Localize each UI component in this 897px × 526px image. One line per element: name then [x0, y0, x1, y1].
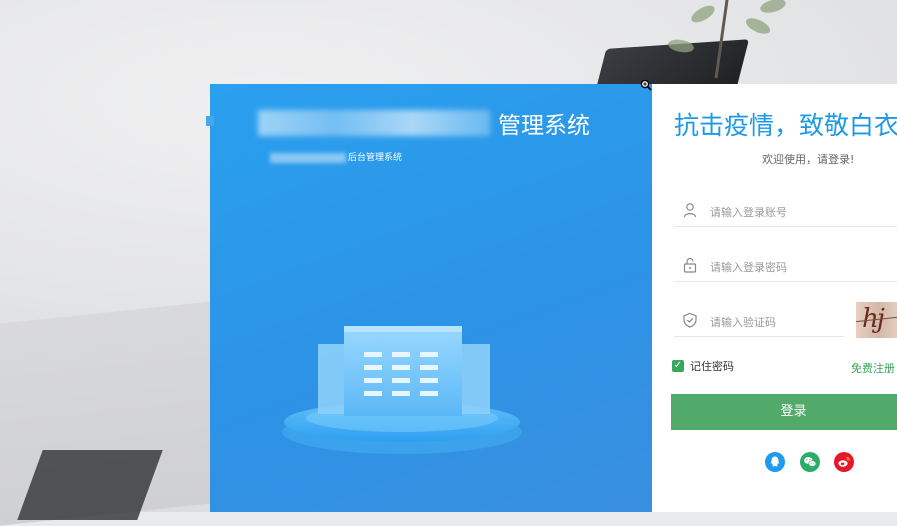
slogan-heading: 抗击疫情，致敬白衣	[674, 111, 897, 140]
captcha-field[interactable]	[674, 306, 844, 337]
captcha-image[interactable]: hj	[856, 302, 897, 338]
captcha-input[interactable]	[708, 310, 842, 334]
blurred-brand-name	[258, 110, 490, 136]
shield-icon	[683, 312, 697, 328]
brand-subtitle: 后台管理系统	[270, 150, 402, 163]
user-icon	[683, 203, 697, 218]
lock-icon	[683, 257, 697, 273]
account-field[interactable]	[674, 196, 897, 227]
remember-password-checkbox[interactable]: ✓ 记住密码	[672, 358, 734, 374]
password-input[interactable]	[708, 255, 897, 279]
blurred-subtitle-prefix	[270, 152, 346, 163]
register-link[interactable]: 免费注册	[851, 360, 895, 376]
password-field[interactable]	[674, 251, 897, 282]
page-title: 管理系统	[498, 113, 590, 139]
login-button[interactable]: 登录	[671, 394, 897, 430]
weibo-icon[interactable]	[834, 452, 854, 472]
remember-label: 记住密码	[690, 360, 734, 373]
building-illustration	[282, 326, 522, 454]
qq-icon[interactable]	[765, 452, 785, 472]
account-input[interactable]	[708, 200, 897, 224]
welcome-text: 欢迎使用，请登录!	[762, 153, 855, 166]
brand-heading: 管理系统	[258, 106, 590, 140]
background-table-leg	[17, 450, 163, 520]
login-card: 抗击疫情，致敬白衣 欢迎使用，请登录! hj ✓ 记住密码 免费注册 登录	[652, 84, 897, 512]
panel-edge-mark	[206, 116, 214, 126]
wechat-icon[interactable]	[800, 452, 820, 472]
left-brand-panel: 管理系统 后台管理系统	[206, 84, 652, 512]
subtitle-text: 后台管理系统	[348, 153, 403, 163]
zoom-cursor-icon	[640, 79, 652, 91]
checkbox-checked-icon: ✓	[672, 360, 684, 372]
